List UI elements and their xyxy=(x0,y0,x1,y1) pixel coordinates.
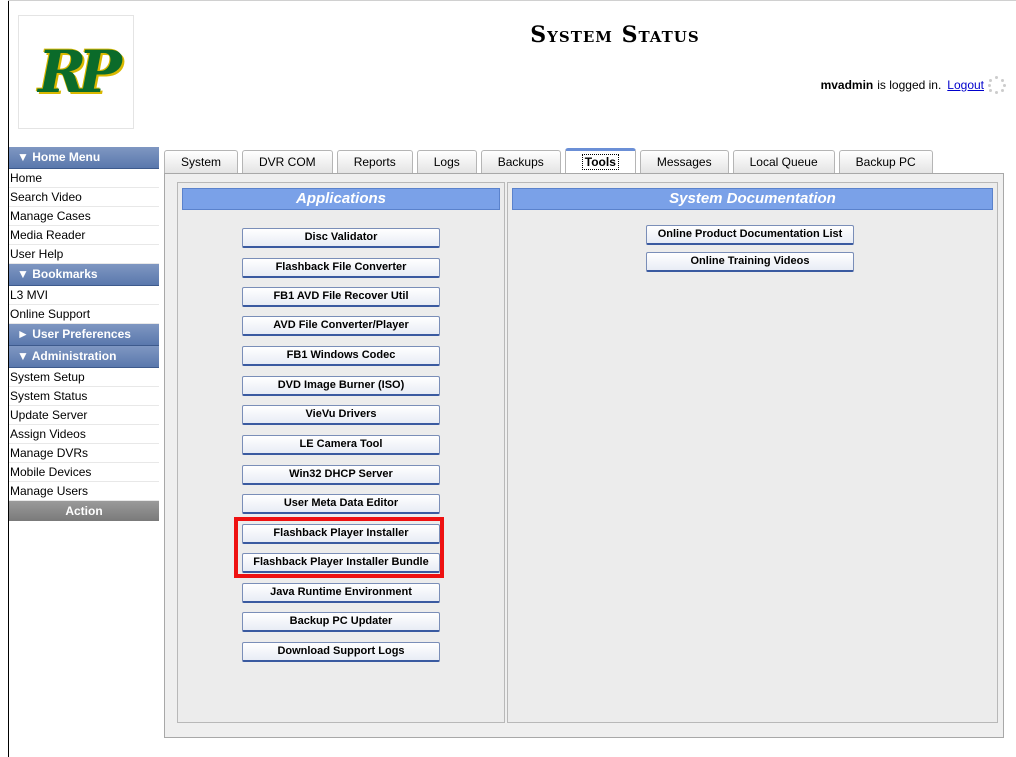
tools-panel: Applications Disc Validator Flashback Fi… xyxy=(164,173,1004,738)
le-camera-tool-button[interactable]: LE Camera Tool xyxy=(242,435,440,455)
tab-dvr-com[interactable]: DVR COM xyxy=(242,150,333,173)
logo: RP xyxy=(18,15,134,129)
applications-column: Applications Disc Validator Flashback Fi… xyxy=(177,182,505,723)
tab-system[interactable]: System xyxy=(164,150,239,173)
sidebar-item-search-video[interactable]: Search Video xyxy=(9,188,159,207)
sidebar-item-system-setup[interactable]: System Setup xyxy=(9,368,159,387)
tab-local-queue[interactable]: Local Queue xyxy=(732,150,835,173)
tab-tools[interactable]: Tools xyxy=(564,148,636,176)
tab-logs[interactable]: Logs xyxy=(416,150,477,173)
tab-backup-pc[interactable]: Backup PC xyxy=(838,150,933,173)
download-support-logs-button[interactable]: Download Support Logs xyxy=(242,642,440,662)
tab-bar: System DVR COM Reports Logs Backups Tool… xyxy=(164,148,937,176)
login-status: mvadmin is logged in. Logout xyxy=(821,76,1006,94)
documentation-header: System Documentation xyxy=(512,188,993,210)
sidebar-item-user-help[interactable]: User Help xyxy=(9,245,159,264)
username: mvadmin xyxy=(820,78,874,92)
dvd-image-burner-button[interactable]: DVD Image Burner (ISO) xyxy=(242,376,440,396)
sidebar-item-online-support[interactable]: Online Support xyxy=(9,305,159,324)
user-meta-data-editor-button[interactable]: User Meta Data Editor xyxy=(242,494,440,514)
tab-tools-label: Tools xyxy=(581,154,619,170)
sidebar-item-manage-cases[interactable]: Manage Cases xyxy=(9,207,159,226)
tab-backups[interactable]: Backups xyxy=(480,150,561,173)
sidebar: ▼ Home Menu Home Search Video Manage Cas… xyxy=(9,147,159,521)
bookmarks-header[interactable]: ▼ Bookmarks xyxy=(9,264,159,286)
vievu-drivers-button[interactable]: VieVu Drivers xyxy=(242,405,440,425)
administration-header[interactable]: ▼ Administration xyxy=(9,346,159,368)
sidebar-item-home[interactable]: Home xyxy=(9,169,159,188)
sidebar-item-l3-mvi[interactable]: L3 MVI xyxy=(9,286,159,305)
sidebar-item-assign-videos[interactable]: Assign Videos xyxy=(9,425,159,444)
sidebar-item-manage-dvrs[interactable]: Manage DVRs xyxy=(9,444,159,463)
highlight-box xyxy=(234,517,444,578)
action-button[interactable]: Action xyxy=(9,501,159,521)
tab-reports[interactable]: Reports xyxy=(336,150,413,173)
online-product-documentation-button[interactable]: Online Product Documentation List xyxy=(646,225,854,245)
spinner-icon xyxy=(988,76,1006,94)
page-title: System Status xyxy=(530,22,700,48)
sidebar-item-system-status[interactable]: System Status xyxy=(9,387,159,406)
disc-validator-button[interactable]: Disc Validator xyxy=(242,228,440,248)
page-frame-top xyxy=(8,0,1016,1)
avd-file-converter-player-button[interactable]: AVD File Converter/Player xyxy=(242,316,440,336)
documentation-column: System Documentation Online Product Docu… xyxy=(507,182,998,723)
sidebar-item-update-server[interactable]: Update Server xyxy=(9,406,159,425)
logout-link[interactable]: Logout xyxy=(947,78,984,92)
logo-text: RP xyxy=(38,38,122,106)
applications-header: Applications xyxy=(182,188,500,210)
fb1-avd-file-recover-util-button[interactable]: FB1 AVD File Recover Util xyxy=(242,287,440,307)
user-preferences-header[interactable]: ► User Preferences xyxy=(9,324,159,346)
sidebar-item-media-reader[interactable]: Media Reader xyxy=(9,226,159,245)
fb1-windows-codec-button[interactable]: FB1 Windows Codec xyxy=(242,346,440,366)
java-runtime-environment-button[interactable]: Java Runtime Environment xyxy=(242,583,440,603)
win32-dhcp-server-button[interactable]: Win32 DHCP Server xyxy=(242,465,440,485)
sidebar-item-mobile-devices[interactable]: Mobile Devices xyxy=(9,463,159,482)
logged-in-text: is logged in. xyxy=(877,78,942,92)
home-menu-header[interactable]: ▼ Home Menu xyxy=(9,147,159,169)
flashback-file-converter-button[interactable]: Flashback File Converter xyxy=(242,258,440,278)
online-training-videos-button[interactable]: Online Training Videos xyxy=(646,252,854,272)
backup-pc-updater-button[interactable]: Backup PC Updater xyxy=(242,612,440,632)
sidebar-item-manage-users[interactable]: Manage Users xyxy=(9,482,159,501)
tab-messages[interactable]: Messages xyxy=(639,150,729,173)
